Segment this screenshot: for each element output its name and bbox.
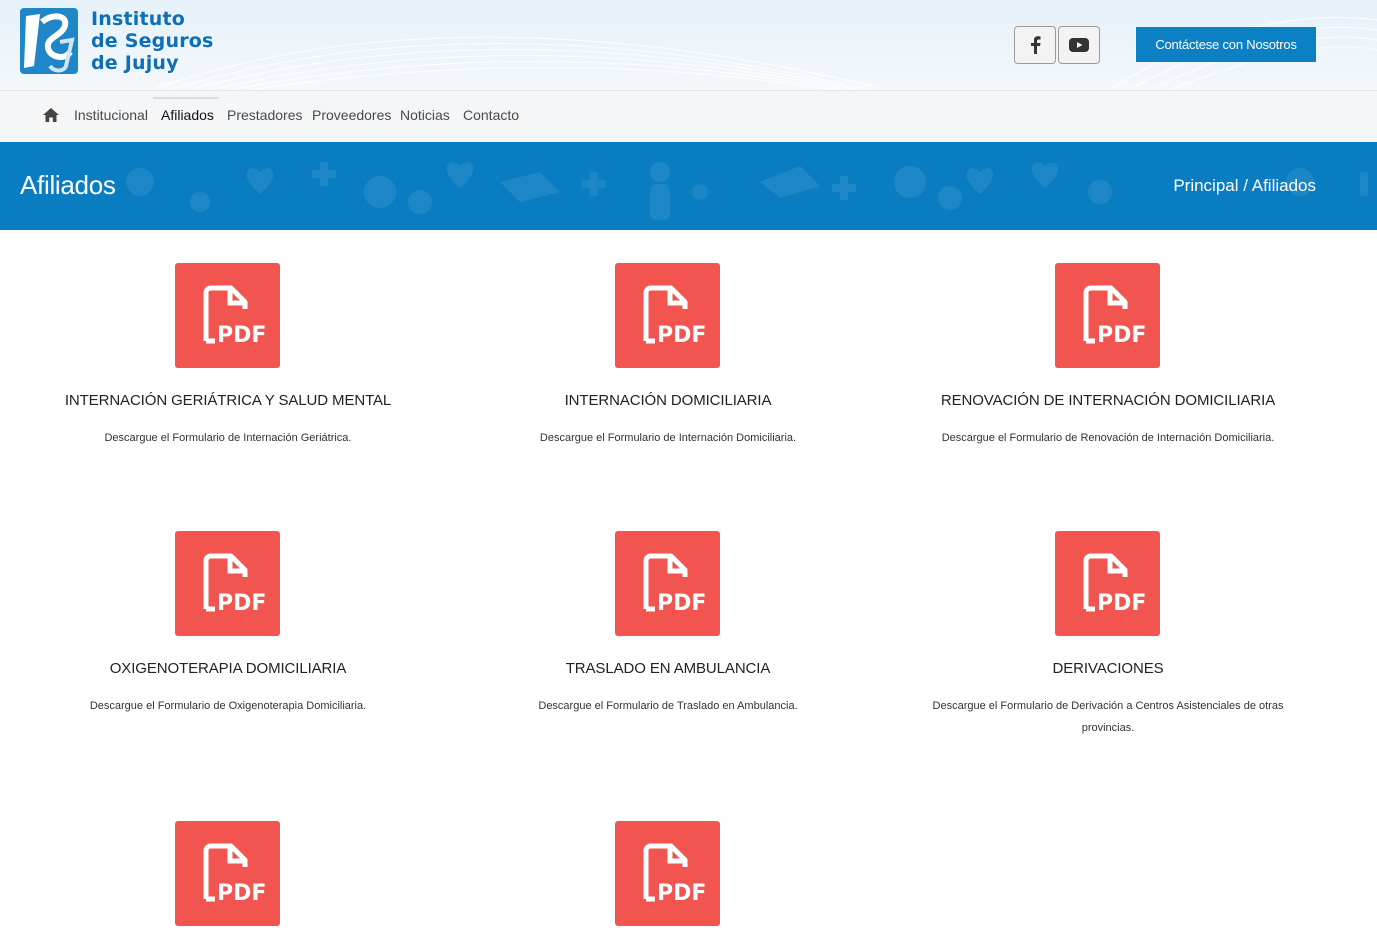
nav-item-afiliados[interactable]: Afiliados <box>161 107 214 123</box>
facebook-icon <box>1031 36 1041 54</box>
pdf-download-button[interactable]: PDF <box>1055 263 1160 368</box>
nav-item-contacto[interactable]: Contacto <box>463 107 519 123</box>
page-banner: Afiliados Principal / Afiliados <box>0 142 1377 230</box>
svg-text:PDF: PDF <box>217 323 266 348</box>
facebook-button[interactable] <box>1014 26 1056 64</box>
card-title[interactable]: TRASLADO EN AMBULANCIA <box>448 660 888 677</box>
card-description-line-2: provincias. <box>1081 722 1135 734</box>
nav-item-noticias[interactable]: Noticias <box>400 107 450 123</box>
pdf-file-icon: PDF <box>643 553 706 616</box>
site-logo[interactable]: Instituto de Seguros de Jujuy <box>20 6 220 78</box>
pdf-download-button[interactable]: PDF <box>175 531 280 636</box>
logo-line-1: Instituto <box>91 8 186 30</box>
svg-text:PDF: PDF <box>657 591 706 616</box>
form-card: DERIVACIONES Descargue el Formulario de … <box>888 660 1328 740</box>
pdf-file-icon: PDF <box>203 843 266 906</box>
form-card: INTERNACIÓN GERIÁTRICA Y SALUD MENTAL De… <box>8 392 448 452</box>
form-card: RENOVACIÓN DE INTERNACIÓN DOMICILIARIA D… <box>888 392 1328 452</box>
pdf-file-icon: PDF <box>203 285 266 348</box>
card-description-line-1: Descargue el Formulario de Derivación a … <box>932 700 1284 712</box>
pdf-file-icon: PDF <box>1083 285 1146 348</box>
svg-text:PDF: PDF <box>217 881 266 906</box>
breadcrumb[interactable]: Principal / Afiliados <box>1173 176 1316 196</box>
logo-line-2: de Seguros <box>91 30 214 52</box>
contact-us-button[interactable]: Contáctese con Nosotros <box>1136 27 1316 62</box>
youtube-button[interactable] <box>1058 26 1100 64</box>
pdf-download-button[interactable]: PDF <box>615 531 720 636</box>
active-nav-indicator <box>153 97 219 99</box>
svg-text:PDF: PDF <box>657 323 706 348</box>
pdf-file-icon: PDF <box>643 285 706 348</box>
card-title[interactable]: DERIVACIONES <box>888 660 1328 677</box>
youtube-icon <box>1069 38 1089 52</box>
card-title[interactable]: RENOVACIÓN DE INTERNACIÓN DOMICILIARIA <box>888 392 1328 409</box>
form-card: INTERNACIÓN DOMICILIARIA Descargue el Fo… <box>448 392 888 452</box>
svg-text:PDF: PDF <box>1097 323 1146 348</box>
page-title: Afiliados <box>20 170 116 200</box>
svg-text:PDF: PDF <box>217 591 266 616</box>
banner-pattern-decoration <box>126 162 1368 220</box>
pdf-file-icon: PDF <box>1083 553 1146 616</box>
card-title[interactable]: INTERNACIÓN GERIÁTRICA Y SALUD MENTAL <box>8 392 448 409</box>
nav-item-institucional[interactable]: Institucional <box>74 107 148 123</box>
svg-text:PDF: PDF <box>1097 591 1146 616</box>
logo-wordmark: Instituto de Seguros de Jujuy <box>91 8 214 74</box>
pdf-download-button[interactable]: PDF <box>615 821 720 926</box>
logo-line-3: de Jujuy <box>91 52 179 74</box>
pdf-download-button[interactable]: PDF <box>175 263 280 368</box>
pdf-download-button[interactable]: PDF <box>175 821 280 926</box>
main-navigation: Institucional Afiliados Prestadores Prov… <box>0 90 1377 142</box>
card-description: Descargue el Formulario de Renovación de… <box>941 432 1275 444</box>
form-card: TRASLADO EN AMBULANCIA Descargue el Form… <box>448 660 888 720</box>
card-description: Descargue el Formulario de Oxigenoterapi… <box>89 700 367 712</box>
card-description: Descargue el Formulario de Internación G… <box>104 432 352 444</box>
site-header: Instituto de Seguros de Jujuy Contáctese… <box>0 0 1377 90</box>
pdf-download-button[interactable]: PDF <box>1055 531 1160 636</box>
form-card: OXIGENOTERAPIA DOMICILIARIA Descargue el… <box>8 660 448 720</box>
pdf-file-icon: PDF <box>643 843 706 906</box>
pdf-download-button[interactable]: PDF <box>615 263 720 368</box>
card-title[interactable]: INTERNACIÓN DOMICILIARIA <box>448 392 888 409</box>
pdf-file-icon: PDF <box>203 553 266 616</box>
isj-logo-icon <box>20 8 78 74</box>
card-description: Descargue el Formulario de Traslado en A… <box>538 700 798 712</box>
card-title[interactable]: OXIGENOTERAPIA DOMICILIARIA <box>8 660 448 677</box>
nav-item-prestadores[interactable]: Prestadores <box>227 107 302 123</box>
home-icon[interactable] <box>42 107 60 123</box>
nav-item-proveedores[interactable]: Proveedores <box>312 107 391 123</box>
svg-text:PDF: PDF <box>657 881 706 906</box>
card-description: Descargue el Formulario de Internación D… <box>539 432 797 444</box>
